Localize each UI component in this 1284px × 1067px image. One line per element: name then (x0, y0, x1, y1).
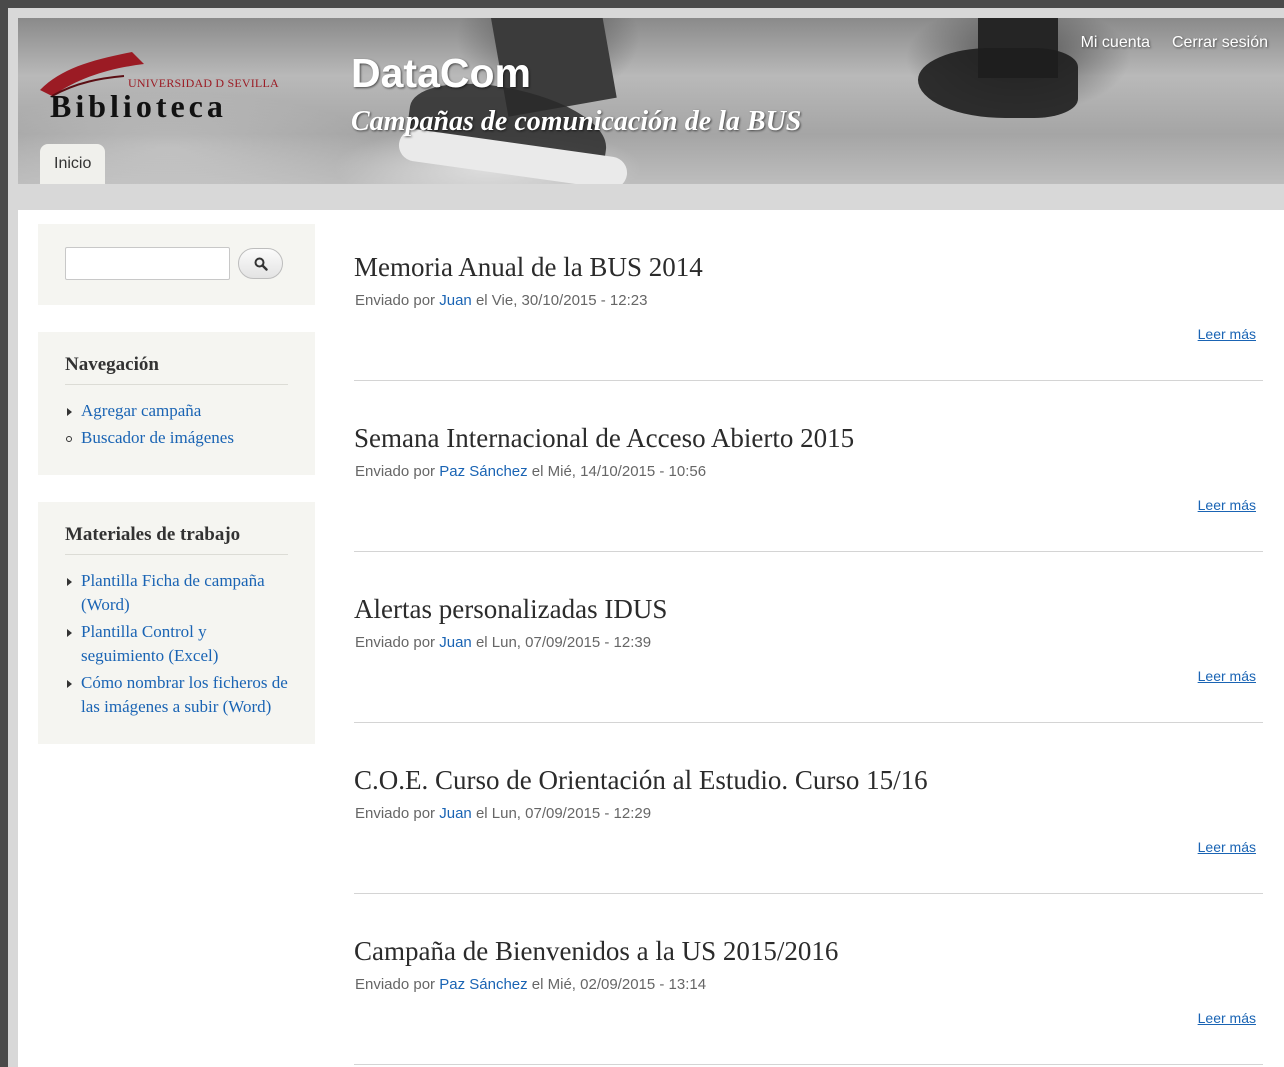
search-button[interactable] (238, 248, 283, 279)
my-account-link[interactable]: Mi cuenta (1081, 34, 1150, 52)
search-input[interactable] (65, 247, 230, 280)
node-title-link[interactable]: Semana Internacional de Acceso Abierto 2… (354, 423, 854, 454)
node-submitted: Enviado por Paz Sánchez el Mié, 14/10/20… (355, 463, 706, 480)
author-link[interactable]: Juan (439, 634, 472, 651)
node-teaser: Alertas personalizadas IDUS Enviado por … (354, 552, 1263, 723)
submitted-date: el Lun, 07/09/2015 - 12:29 (475, 805, 652, 822)
materials-item: Plantilla Control y seguimiento (Excel) (65, 620, 288, 668)
main-area: Navegación Agregar campaña Buscador de i… (18, 210, 1284, 1067)
site-header: UNIVERSIDAD D SEVILLA Biblioteca DataCom… (18, 18, 1284, 184)
page: UNIVERSIDAD D SEVILLA Biblioteca DataCom… (8, 8, 1284, 1067)
submitted-date: el Vie, 30/10/2015 - 12:23 (475, 292, 648, 309)
nav-item-add-campaign: Agregar campaña (65, 399, 288, 423)
triangle-bullet-icon (67, 408, 72, 416)
node-title-link[interactable]: C.O.E. Curso de Orientación al Estudio. … (354, 765, 928, 796)
image-search-link[interactable]: Buscador de imágenes (81, 428, 234, 447)
campaign-sheet-template-link[interactable]: Plantilla Ficha de campaña (Word) (81, 571, 265, 614)
node-teaser: C.O.E. Curso de Orientación al Estudio. … (354, 723, 1263, 894)
author-link[interactable]: Paz Sánchez (439, 976, 527, 993)
logout-link[interactable]: Cerrar sesión (1172, 34, 1268, 52)
submitted-prefix: Enviado por (355, 976, 436, 993)
node-title-link[interactable]: Campaña de Bienvenidos a la US 2015/2016 (354, 936, 838, 967)
node-teaser: Campaña de Bienvenidos a la US 2015/2016… (354, 894, 1263, 1065)
submitted-prefix: Enviado por (355, 463, 436, 480)
add-campaign-link[interactable]: Agregar campaña (81, 401, 201, 420)
navigation-block: Navegación Agregar campaña Buscador de i… (38, 332, 315, 475)
node-submitted: Enviado por Paz Sánchez el Mié, 02/09/20… (355, 976, 706, 993)
read-more-link[interactable]: Leer más (1198, 668, 1256, 684)
submitted-prefix: Enviado por (355, 292, 436, 309)
search-icon (254, 257, 268, 271)
read-more-link[interactable]: Leer más (1198, 839, 1256, 855)
sidebar: Navegación Agregar campaña Buscador de i… (38, 224, 315, 771)
node-submitted: Enviado por Juan el Lun, 07/09/2015 - 12… (355, 634, 651, 651)
submitted-prefix: Enviado por (355, 634, 436, 651)
node-teaser: Memoria Anual de la BUS 2014 Enviado por… (354, 210, 1263, 381)
content-list: Memoria Anual de la BUS 2014 Enviado por… (354, 210, 1263, 1065)
submitted-date: el Lun, 07/09/2015 - 12:39 (475, 634, 652, 651)
triangle-bullet-icon (67, 629, 72, 637)
materials-title: Materiales de trabajo (65, 524, 288, 555)
node-title-link[interactable]: Alertas personalizadas IDUS (354, 594, 667, 625)
tracking-template-link[interactable]: Plantilla Control y seguimiento (Excel) (81, 622, 218, 665)
logo-library-text: Biblioteca (50, 88, 227, 124)
materials-item: Plantilla Ficha de campaña (Word) (65, 569, 288, 617)
author-link[interactable]: Juan (439, 292, 472, 309)
node-submitted: Enviado por Juan el Lun, 07/09/2015 - 12… (355, 805, 651, 822)
site-slogan: Campañas de comunicación de la BUS (351, 106, 802, 137)
submitted-prefix: Enviado por (355, 805, 436, 822)
triangle-bullet-icon (67, 680, 72, 688)
node-submitted: Enviado por Juan el Vie, 30/10/2015 - 12… (355, 292, 647, 309)
materials-item: Cómo nombrar los ficheros de las imágene… (65, 671, 288, 719)
node-title-link[interactable]: Memoria Anual de la BUS 2014 (354, 252, 703, 283)
nav-item-image-search: Buscador de imágenes (65, 426, 288, 450)
circle-bullet-icon (66, 436, 72, 442)
read-more-link[interactable]: Leer más (1198, 1010, 1256, 1026)
read-more-link[interactable]: Leer más (1198, 497, 1256, 513)
author-link[interactable]: Paz Sánchez (439, 463, 527, 480)
submitted-date: el Mié, 02/09/2015 - 13:14 (531, 976, 707, 993)
node-teaser: Semana Internacional de Acceso Abierto 2… (354, 381, 1263, 552)
materials-block: Materiales de trabajo Plantilla Ficha de… (38, 502, 315, 744)
author-link[interactable]: Juan (439, 805, 472, 822)
site-name[interactable]: DataCom (351, 50, 531, 97)
secondary-menu: Mi cuenta Cerrar sesión (1081, 34, 1268, 52)
tab-home[interactable]: Inicio (40, 144, 106, 184)
search-block (38, 224, 315, 305)
read-more-link[interactable]: Leer más (1198, 326, 1256, 342)
site-logo[interactable]: UNIVERSIDAD D SEVILLA Biblioteca (32, 38, 282, 128)
submitted-date: el Mié, 14/10/2015 - 10:56 (531, 463, 707, 480)
navigation-title: Navegación (65, 354, 288, 385)
image-naming-guide-link[interactable]: Cómo nombrar los ficheros de las imágene… (81, 673, 288, 716)
triangle-bullet-icon (67, 578, 72, 586)
